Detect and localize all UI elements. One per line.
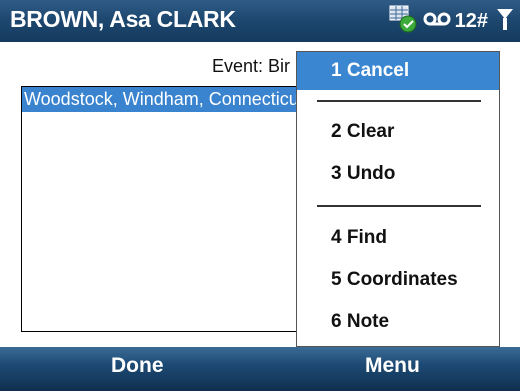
event-label: Event: Bir bbox=[211, 56, 290, 76]
place-list[interactable]: Woodstock, Windham, Connecticut bbox=[21, 86, 298, 332]
menu-item-note[interactable]: 6 Note bbox=[297, 303, 499, 341]
done-softkey[interactable]: Done bbox=[111, 354, 164, 378]
event-row: Event: Bir bbox=[0, 50, 300, 84]
status-area: 12# bbox=[389, 4, 514, 38]
context-menu: 1 Cancel 2 Clear 3 Undo 4 Find 5 Coordin… bbox=[296, 51, 500, 347]
voicemail-icon bbox=[421, 9, 453, 34]
menu-item-coordinates[interactable]: 5 Coordinates bbox=[297, 261, 499, 299]
title-bar: BROWN, Asa CLARK 12# bbox=[0, 0, 520, 42]
page-title: BROWN, Asa CLARK bbox=[10, 6, 236, 32]
menu-separator bbox=[317, 205, 481, 207]
signal-icon bbox=[496, 7, 514, 36]
menu-item-clear[interactable]: 2 Clear bbox=[297, 113, 499, 151]
sync-icon bbox=[389, 5, 419, 38]
menu-item-find[interactable]: 4 Find bbox=[297, 219, 499, 257]
menu-item-cancel[interactable]: 1 Cancel bbox=[297, 52, 499, 90]
status-text: 12# bbox=[454, 9, 488, 32]
menu-softkey[interactable]: Menu bbox=[365, 354, 420, 378]
menu-separator bbox=[317, 100, 481, 102]
softkey-bar: Done Menu bbox=[0, 347, 520, 391]
place-item[interactable]: Woodstock, Windham, Connecticut bbox=[22, 87, 298, 112]
menu-item-undo[interactable]: 3 Undo bbox=[297, 155, 499, 193]
